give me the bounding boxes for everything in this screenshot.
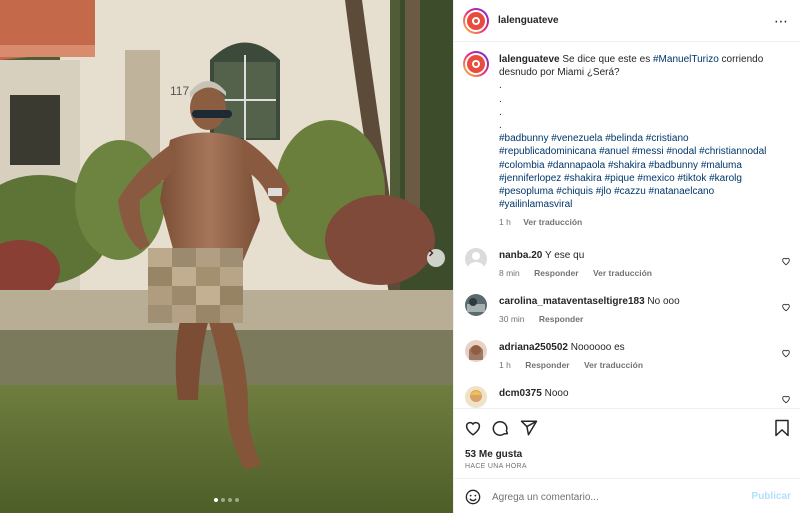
comment-item: dcm0375 Nooo [465,386,795,408]
comment-avatar[interactable] [465,248,487,270]
brand-logo-icon [472,17,480,25]
emoji-icon[interactable] [465,489,481,505]
comment-text: carolina_mataventaseltigre183 No ooo [499,296,779,307]
caption-time: 1 h [499,217,511,228]
caption-mention-link[interactable]: #ManuelTurizo [653,54,719,65]
comment-body: Nooo [544,388,569,399]
comments-scroll-area[interactable]: lalenguateve Se dice que este es #Manuel… [454,42,800,408]
hashtag-line[interactable]: #republicadominicana #anuel #messi #noda… [499,145,789,158]
comment-time: 30 min [499,314,525,324]
reply-button[interactable]: Responder [534,268,578,278]
comment-like-heart-icon[interactable] [781,302,791,312]
post-actions: 53 Me gusta HACE UNA HORA Publicar [454,408,800,513]
comment-username[interactable]: dcm0375 [499,388,542,399]
comment-username[interactable]: nanba.20 [499,250,542,261]
comment-icon[interactable] [492,419,510,437]
likes-count[interactable]: 53 Me gusta [465,449,522,460]
user-photo-icon [465,386,487,408]
heart-icon[interactable] [464,419,482,437]
hashtag-line[interactable]: #pesopluma #chiquis #jlo #cazzu #natanae… [499,185,789,198]
carousel-dot [221,498,225,502]
comment-meta: 1 h Responder Ver traducción [499,360,655,370]
post-time: HACE UNA HORA [465,463,527,470]
comment-text: adriana250502 Noooooo es [499,342,779,353]
share-icon[interactable] [520,419,538,437]
comment-time: 8 min [499,268,520,278]
user-photo-icon [465,340,487,362]
comment-like-heart-icon[interactable] [781,394,791,404]
chevron-right-icon [429,249,434,257]
caption-dot: . [499,80,502,92]
post-media[interactable]: 117 [0,0,453,513]
caption-text: Se dice que este es [559,54,653,65]
reply-button[interactable]: Responder [525,360,569,370]
post-header: lalenguateve ⋯ [454,0,800,42]
translate-link[interactable]: Ver traducción [593,268,652,278]
comment-text: dcm0375 Nooo [499,388,779,399]
caption-dot: . [499,106,502,118]
hashtag-line[interactable]: #yailinlamasviral [499,198,789,211]
post-details-panel: lalenguateve ⋯ lalenguateve Se dice que … [453,0,800,513]
comment-username[interactable]: adriana250502 [499,342,568,353]
reply-button[interactable]: Responder [539,314,583,324]
hashtag-line[interactable]: #badbunny #venezuela #belinda #cristiano [499,132,789,145]
comment-time: 1 h [499,360,511,370]
comment-body: Y ese qu [544,250,585,261]
caption-dot: . [499,93,502,105]
carousel-dot [235,498,239,502]
carousel-dot [228,498,232,502]
comment-avatar[interactable] [465,386,487,408]
more-options-icon[interactable]: ⋯ [774,13,789,30]
comment-meta: 8 min Responder Ver traducción [499,268,664,278]
post-caption: lalenguateve Se dice que este es #Manuel… [499,53,789,230]
hashtag-line[interactable]: #jenniferlopez #shakira #pique #mexico #… [499,172,789,185]
author-username[interactable]: lalenguateve [498,15,559,26]
user-photo-icon [465,294,487,316]
comment-item: nanba.20 Y ese qu 8 min Responder Ver tr… [465,248,795,288]
publish-button[interactable]: Publicar [752,491,791,502]
comment-like-heart-icon[interactable] [781,348,791,358]
comment-text: nanba.20 Y ese qu [499,250,779,261]
bookmark-icon[interactable] [774,419,790,437]
carousel-next-button[interactable] [427,249,445,267]
caption-username[interactable]: lalenguateve [499,54,560,65]
caption-meta: 1 h Ver traducción [499,216,789,229]
comment-body: Noooooo es [570,342,625,353]
comment-item: adriana250502 Noooooo es 1 h Responder V… [465,340,795,380]
comment-meta: 30 min Responder [499,314,595,324]
add-comment-bar: Publicar [454,478,800,513]
comment-body: No ooo [647,296,680,307]
translate-link[interactable]: Ver traducción [584,360,643,370]
caption-dot: . [499,120,502,132]
brand-logo-icon [472,60,480,68]
comment-avatar[interactable] [465,340,487,362]
comment-like-heart-icon[interactable] [781,256,791,266]
svg-text:117: 117 [170,84,189,98]
comment-item: carolina_mataventaseltigre183 No ooo 30 … [465,294,795,334]
carousel-dots [0,498,453,502]
post-photo: 117 [0,0,453,513]
hashtag-line[interactable]: #colombia #dannapaola #shakira #badbunny… [499,159,789,172]
comment-input[interactable] [492,488,732,506]
comment-username[interactable]: carolina_mataventaseltigre183 [499,296,645,307]
comment-avatar[interactable] [465,294,487,316]
caption-avatar[interactable] [463,51,489,77]
carousel-dot [214,498,218,502]
caption-translate-link[interactable]: Ver traducción [523,217,582,227]
default-avatar-icon [465,248,487,270]
author-avatar[interactable] [463,8,489,34]
